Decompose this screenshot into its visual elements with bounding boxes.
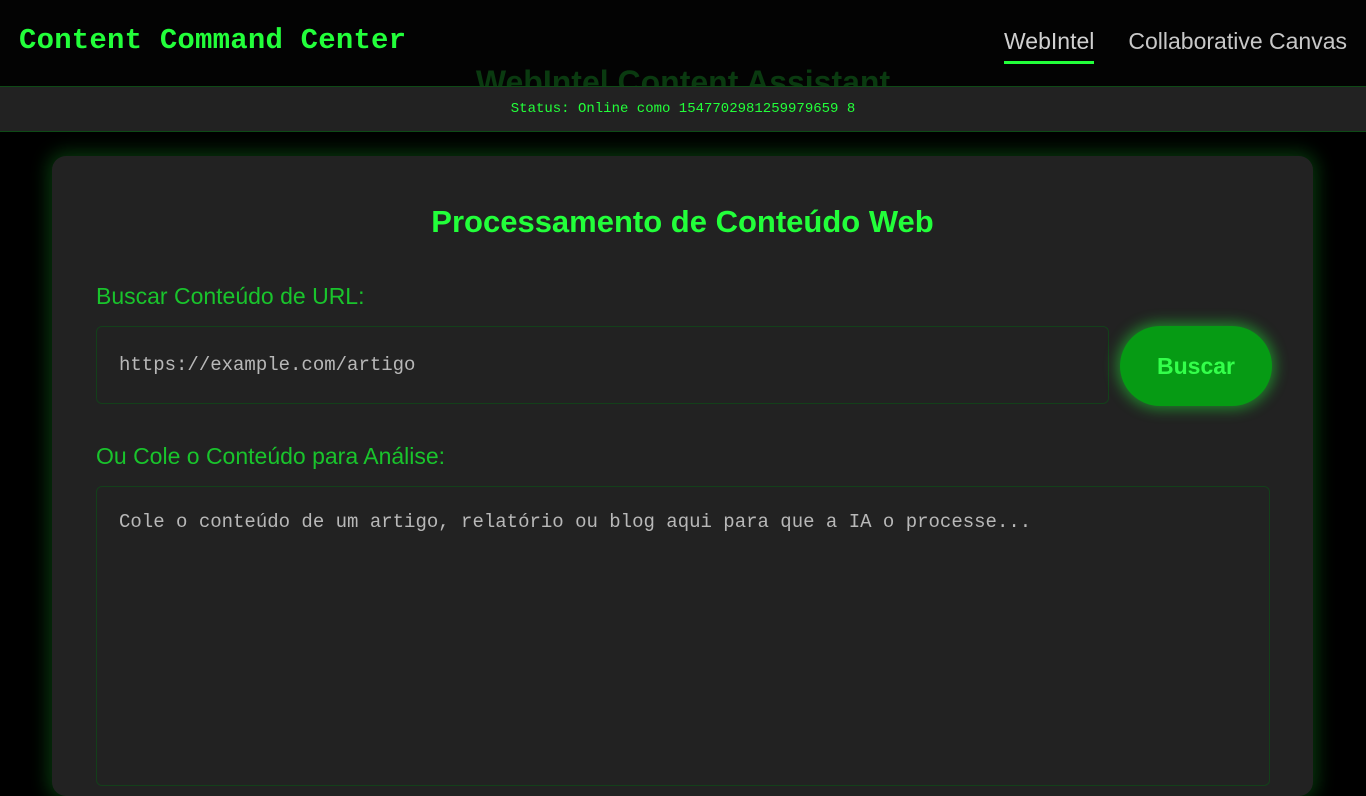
web-content-processing-card: Processamento de Conteúdo Web Buscar Con… — [52, 156, 1313, 796]
url-input[interactable]: https://example.com/artigo — [96, 326, 1109, 404]
background-page-title: WebIntel Content Assistant — [475, 64, 891, 86]
status-bar: Status: Online como 1547702981259979659 … — [0, 86, 1366, 132]
card-title: Processamento de Conteúdo Web — [431, 204, 934, 239]
content-textarea[interactable]: Cole o conteúdo de um artigo, relatório … — [96, 486, 1270, 786]
url-label: Buscar Conteúdo de URL: — [96, 283, 365, 309]
brand-title: Content Command Center — [19, 24, 407, 57]
nav-tab-collaborative-canvas[interactable]: Collaborative Canvas — [1128, 28, 1347, 64]
nav-tab-webintel[interactable]: WebIntel — [1004, 28, 1095, 64]
main-nav: WebIntel Collaborative Canvas — [1004, 28, 1347, 64]
buscar-button[interactable]: Buscar — [1120, 326, 1272, 406]
content-label: Ou Cole o Conteúdo para Análise: — [96, 443, 446, 469]
status-text: Status: Online como 1547702981259979659 … — [510, 101, 856, 117]
